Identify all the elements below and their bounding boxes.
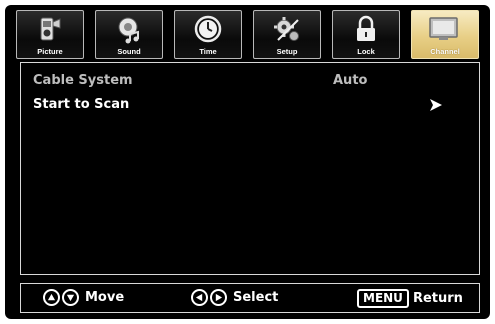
tab-label: Time xyxy=(199,47,217,56)
tab-lock[interactable]: Lock xyxy=(332,10,400,59)
setup-gears-icon xyxy=(254,14,320,44)
return-hint: MENU Return xyxy=(357,289,463,308)
tab-time[interactable]: Time xyxy=(174,10,242,59)
tab-label: Setup xyxy=(276,47,298,56)
tab-picture[interactable]: Picture xyxy=(16,10,84,59)
tv-screen-icon xyxy=(412,14,478,44)
tab-label: Sound xyxy=(117,47,141,56)
cable-system-value[interactable]: Auto xyxy=(333,73,367,88)
return-hint-label: Return xyxy=(412,291,463,306)
menu-tabs: Picture Sound Time Setup Lock Channel xyxy=(16,10,480,60)
down-button-icon xyxy=(62,289,79,306)
move-hint: Move xyxy=(43,289,124,306)
tab-sound[interactable]: Sound xyxy=(95,10,163,59)
camcorder-icon xyxy=(17,14,83,44)
start-scan-label: Start to Scan xyxy=(33,97,130,112)
arrow-right-icon[interactable] xyxy=(429,98,443,116)
start-scan-row[interactable]: Start to Scan xyxy=(33,95,467,115)
hint-bar: Move Select MENU Return xyxy=(20,283,480,313)
select-hint-label: Select xyxy=(233,290,279,305)
move-hint-label: Move xyxy=(85,290,125,305)
tab-label: Channel xyxy=(430,47,460,56)
cable-system-row[interactable]: Cable System Auto xyxy=(33,71,467,91)
channel-settings-panel: Cable System Auto Start to Scan xyxy=(20,62,480,275)
tab-setup[interactable]: Setup xyxy=(253,10,321,59)
clock-icon xyxy=(175,14,241,44)
padlock-icon xyxy=(333,14,399,44)
cable-system-label: Cable System xyxy=(33,73,133,88)
menu-key-icon: MENU xyxy=(357,289,409,308)
tab-label: Lock xyxy=(357,47,375,56)
left-button-icon xyxy=(191,289,208,306)
tab-label: Picture xyxy=(37,47,63,56)
tab-channel[interactable]: Channel xyxy=(411,10,479,59)
select-hint: Select xyxy=(191,289,278,306)
up-button-icon xyxy=(43,289,60,306)
right-button-icon xyxy=(210,289,227,306)
sound-icon xyxy=(96,14,162,44)
